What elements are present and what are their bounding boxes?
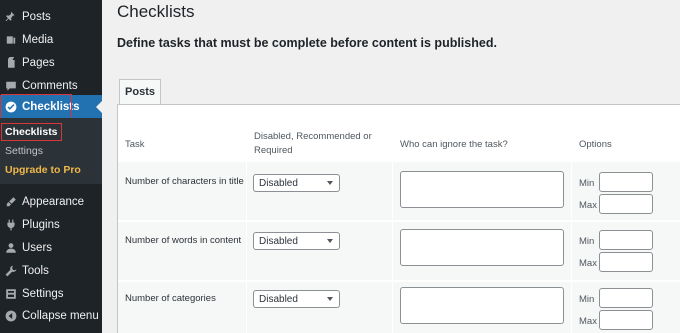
chevron-down-icon — [327, 181, 333, 185]
status-select-value: Disabled — [259, 177, 298, 189]
sidebar-item-label: Comments — [22, 80, 78, 92]
task-label: Number of words in content — [125, 235, 242, 246]
wrench-icon — [4, 265, 17, 278]
sidebar-item-users[interactable]: Users — [0, 236, 102, 260]
pin-icon — [4, 11, 17, 24]
status-select[interactable]: Disabled — [253, 232, 340, 250]
min-label: Min — [579, 178, 595, 189]
ignore-roles-field[interactable] — [400, 171, 564, 208]
sidebar-item-label: Tools — [22, 265, 49, 277]
sidebar-item-tools[interactable]: Tools — [0, 259, 102, 283]
column-divider — [246, 162, 247, 333]
active-indicator — [96, 101, 102, 113]
column-header-task: Task — [125, 139, 145, 150]
chevron-down-icon — [327, 239, 333, 243]
sidebar-item-label: Users — [22, 242, 53, 254]
sidebar-item-posts[interactable]: Posts — [0, 5, 102, 29]
sidebar-item-label: Media — [22, 34, 54, 46]
chevron-down-icon — [327, 297, 333, 301]
sidebar-item-appearance[interactable]: Appearance — [0, 190, 102, 214]
users-icon — [4, 242, 17, 255]
collapse-menu-button[interactable]: Collapse menu — [0, 304, 102, 328]
min-label: Min — [579, 294, 595, 305]
sidebar-item-label: Pages — [22, 57, 55, 69]
sidebar-item-settings[interactable]: Settings — [0, 282, 102, 306]
media-icon — [4, 34, 17, 47]
collapse-icon — [4, 310, 17, 323]
sidebar-item-label: Plugins — [22, 219, 60, 231]
status-select-value: Disabled — [259, 293, 298, 305]
highlight-box-checklists-menu — [1, 94, 72, 119]
ignore-roles-field[interactable] — [400, 287, 564, 324]
admin-sidebar: Posts Media Pages Comments Checklists Ch… — [0, 0, 102, 333]
tab-posts[interactable]: Posts — [119, 79, 161, 104]
column-divider — [571, 162, 572, 333]
plugin-icon — [4, 219, 17, 232]
settings-icon — [4, 288, 17, 301]
page-title: Checklists — [117, 2, 195, 21]
min-input[interactable] — [599, 172, 653, 192]
highlight-box-checklists-submenu — [1, 123, 62, 141]
task-label: Number of characters in title — [125, 176, 244, 187]
max-input[interactable] — [599, 194, 653, 214]
submenu-item-upgrade[interactable]: Upgrade to Pro — [5, 164, 81, 176]
submenu-item-settings[interactable]: Settings — [5, 145, 43, 157]
sidebar-item-label: Collapse menu — [22, 310, 99, 322]
status-select[interactable]: Disabled — [253, 174, 340, 192]
max-label: Max — [579, 200, 597, 211]
sidebar-item-label: Posts — [22, 11, 51, 23]
pages-icon — [4, 57, 17, 70]
sidebar-item-label: Appearance — [22, 196, 85, 208]
ignore-roles-field[interactable] — [400, 229, 564, 266]
max-label: Max — [579, 316, 597, 327]
max-input[interactable] — [599, 252, 653, 272]
sidebar-item-pages[interactable]: Pages — [0, 51, 102, 75]
brush-icon — [4, 196, 17, 209]
sidebar-item-media[interactable]: Media — [0, 28, 102, 52]
column-header-status: Disabled, Recommended or Required — [254, 131, 372, 156]
max-label: Max — [579, 258, 597, 269]
status-select-value: Disabled — [259, 235, 298, 247]
column-header-options: Options — [579, 139, 612, 150]
column-header-ignore: Who can ignore the task? — [400, 139, 508, 150]
sidebar-item-label: Settings — [22, 288, 64, 300]
sidebar-item-plugins[interactable]: Plugins — [0, 213, 102, 237]
min-input[interactable] — [599, 288, 653, 308]
min-label: Min — [579, 236, 595, 247]
column-divider — [392, 162, 393, 333]
min-input[interactable] — [599, 230, 653, 250]
status-select[interactable]: Disabled — [253, 290, 340, 308]
comments-icon — [4, 80, 17, 93]
max-input[interactable] — [599, 310, 653, 330]
task-label: Number of categories — [125, 293, 216, 304]
page-description: Define tasks that must be complete befor… — [117, 36, 497, 50]
